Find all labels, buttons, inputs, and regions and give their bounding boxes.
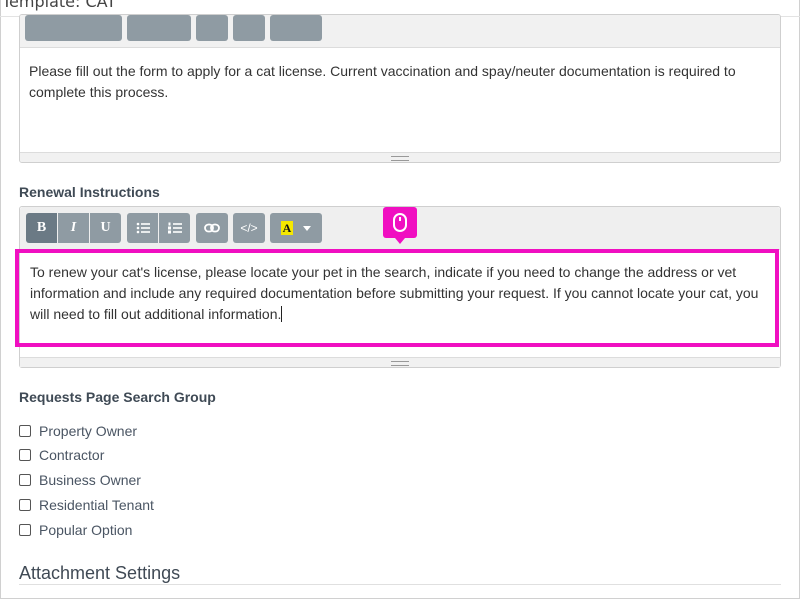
checkbox[interactable] [19,425,31,437]
toolbar-button[interactable] [25,15,122,41]
renewal-instructions-label: Renewal Instructions [19,184,160,200]
toolbar-button[interactable] [196,15,228,41]
click-highlight [15,249,779,347]
description-text[interactable]: Please fill out the form to apply for a … [29,61,749,103]
template-title: Template: CAT [2,0,117,11]
code-view-button[interactable]: </> [233,213,265,243]
description-editor[interactable]: Please fill out the form to apply for a … [19,14,781,163]
link-icon [204,223,220,233]
mouse-icon [393,213,407,232]
resize-handle[interactable] [20,152,780,162]
numbered-list-icon [167,222,182,234]
underline-button[interactable]: U [90,213,121,243]
mouse-click-marker [383,207,417,244]
search-group-option[interactable]: Contractor [19,447,104,463]
checkbox[interactable] [19,474,31,486]
resize-handle[interactable] [20,357,780,367]
search-group-option[interactable]: Property Owner [19,423,137,439]
search-group-option[interactable]: Residential Tenant [19,497,154,513]
italic-button[interactable]: I [58,213,89,243]
chevron-down-icon [303,225,311,231]
description-toolbar [20,15,780,48]
checkbox[interactable] [19,449,31,461]
search-group-option[interactable]: Popular Option [19,522,132,538]
checkbox[interactable] [19,524,31,536]
numbered-list-button[interactable] [159,213,190,243]
toolbar-button[interactable] [127,15,191,41]
option-label: Residential Tenant [39,497,154,513]
search-group-option[interactable]: Business Owner [19,472,141,488]
divider [19,584,781,585]
attachment-settings-title: Attachment Settings [19,563,181,583]
bullet-list-icon [136,222,150,234]
search-group-label: Requests Page Search Group [19,389,216,405]
text-color-icon: A [281,221,293,235]
option-label: Contractor [39,447,105,463]
bold-button[interactable]: B [26,213,57,243]
toolbar-button[interactable] [270,15,322,41]
bullet-list-button[interactable] [127,213,158,243]
option-label: Business Owner [39,472,141,488]
link-button[interactable] [196,213,228,243]
option-label: Property Owner [39,423,138,439]
option-label: Popular Option [39,522,133,538]
toolbar-button[interactable] [233,15,265,41]
checkbox[interactable] [19,499,31,511]
highlight-color-button[interactable]: A [270,213,322,243]
